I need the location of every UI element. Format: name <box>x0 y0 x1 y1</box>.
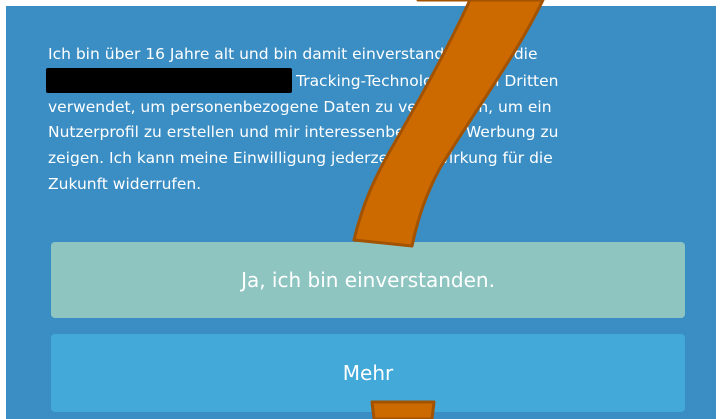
consent-text: Ich bin über 16 Jahre alt und bin damit … <box>46 42 658 198</box>
consent-line-5: zeigen. Ich kann meine Einwilligung jede… <box>48 149 553 168</box>
consent-line-2-text: Tracking-Technologien von Dritten <box>296 71 559 90</box>
consent-line-3: verwendet, um personenbezogene Daten zu … <box>48 97 552 116</box>
consent-line-2: Tracking-Technologien von Dritten <box>46 67 658 95</box>
consent-line-4: Nutzerprofil zu erstellen und mir intere… <box>48 123 559 142</box>
redaction-block <box>46 67 292 93</box>
accept-button[interactable]: Ja, ich bin einverstanden. <box>51 242 685 318</box>
consent-line-1: Ich bin über 16 Jahre alt und bin damit … <box>48 45 538 63</box>
more-button[interactable]: Mehr <box>51 334 685 412</box>
consent-line-6: Zukunft widerrufen. <box>48 174 202 193</box>
